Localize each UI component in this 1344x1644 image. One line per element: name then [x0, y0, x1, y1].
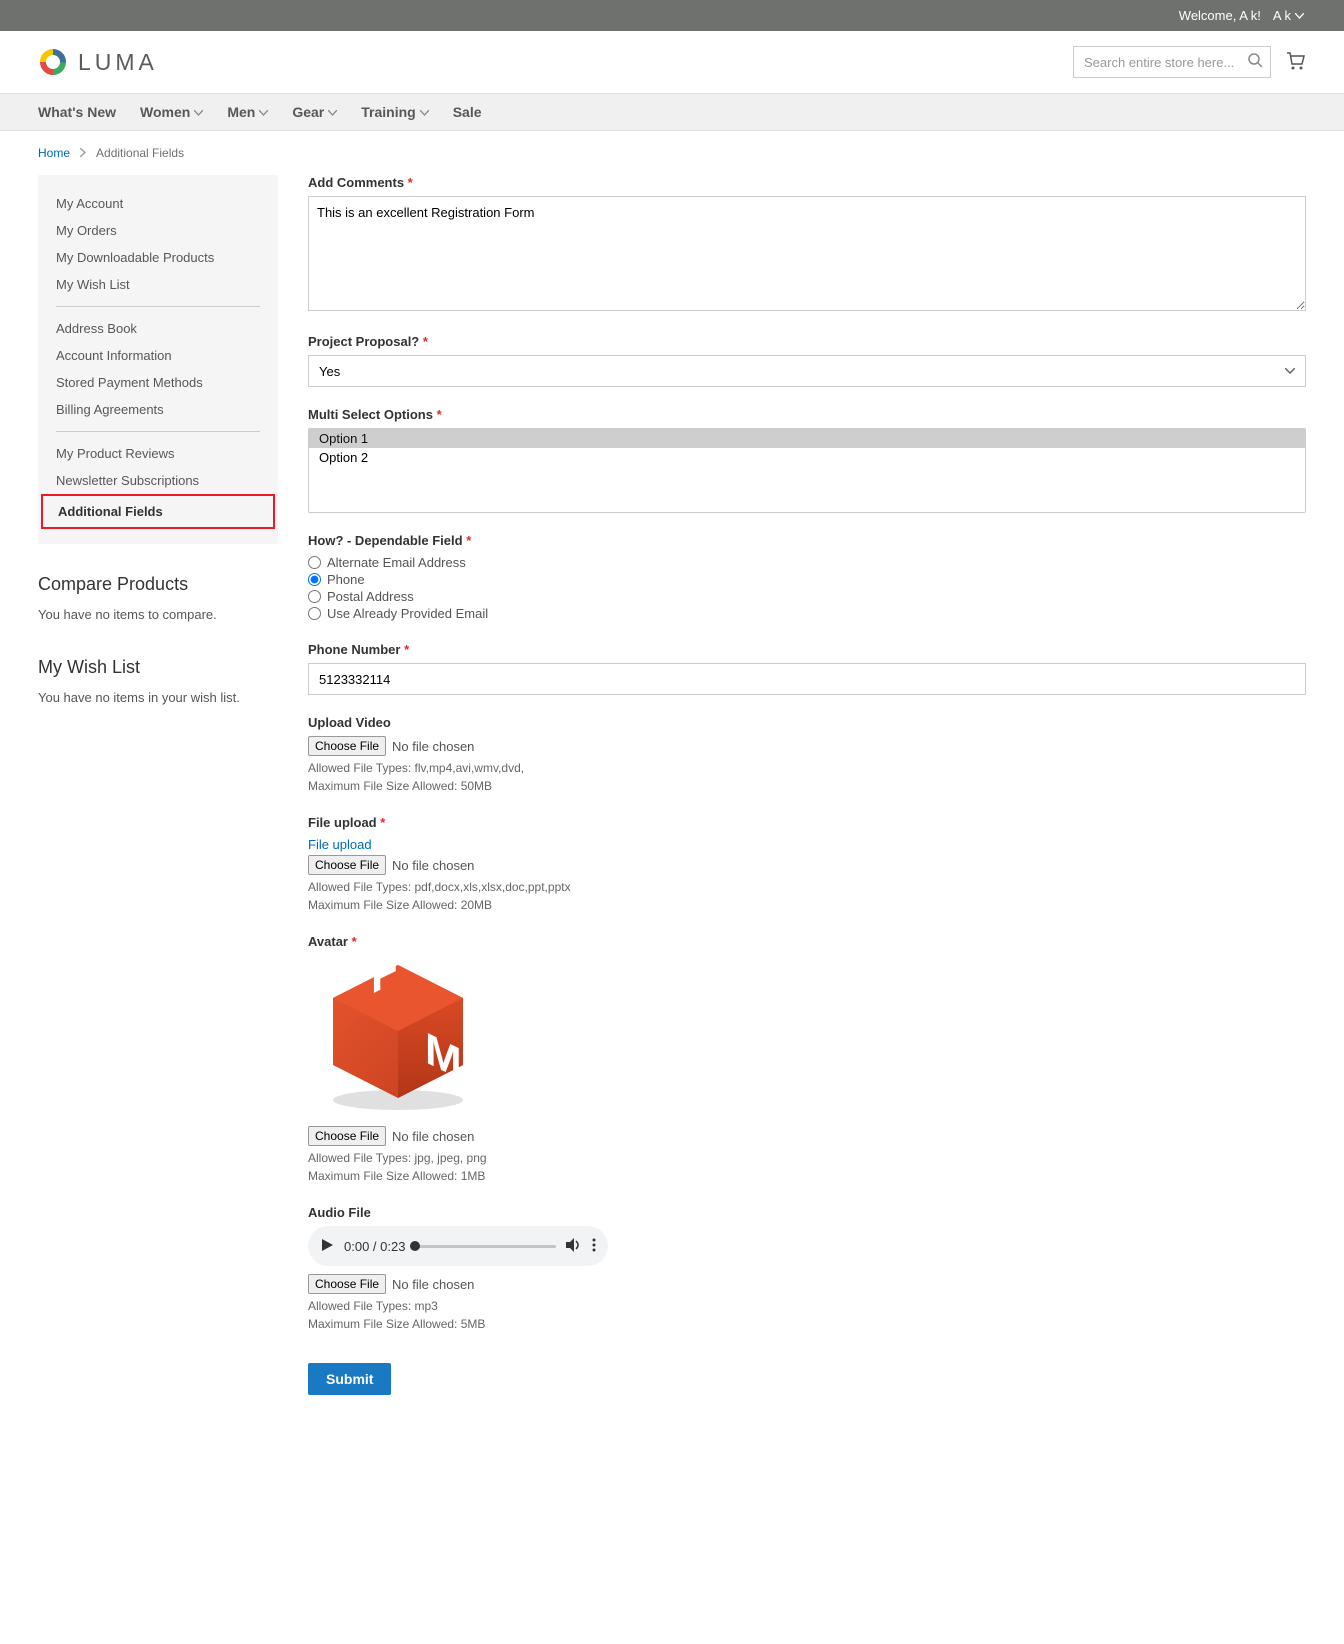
- audio-size-hint: Maximum File Size Allowed: 5MB: [308, 1315, 1306, 1333]
- video-size-hint: Maximum File Size Allowed: 50MB: [308, 777, 1306, 795]
- breadcrumb: Home Additional Fields: [0, 131, 1344, 175]
- sidebar-item-downloadable[interactable]: My Downloadable Products: [38, 244, 278, 271]
- video-label: Upload Video: [308, 715, 1306, 730]
- account-name: A k: [1273, 8, 1291, 23]
- chevron-down-icon: [328, 110, 337, 116]
- wishlist-block: My Wish List You have no items in your w…: [38, 657, 278, 705]
- file-upload-link[interactable]: File upload: [308, 837, 372, 852]
- sidebar-item-wishlist[interactable]: My Wish List: [38, 271, 278, 298]
- search-input[interactable]: [1073, 46, 1271, 78]
- sidebar-item-info[interactable]: Account Information: [38, 342, 278, 369]
- nav-gear[interactable]: Gear: [280, 94, 349, 130]
- wishlist-title: My Wish List: [38, 657, 278, 678]
- audio-player[interactable]: 0:00 / 0:23: [308, 1226, 608, 1266]
- nav-training[interactable]: Training: [349, 94, 440, 130]
- sidebar-item-billing[interactable]: Billing Agreements: [38, 396, 278, 423]
- multi-option-1[interactable]: Option 1: [309, 429, 1305, 448]
- logo-icon: [38, 47, 68, 77]
- audio-file-status: No file chosen: [392, 1277, 474, 1292]
- nav-whats-new[interactable]: What's New: [38, 94, 128, 130]
- play-icon[interactable]: [320, 1238, 334, 1255]
- avatar-choose-button[interactable]: Choose File: [308, 1126, 386, 1146]
- how-radio-provided[interactable]: [308, 607, 321, 620]
- chevron-down-icon: [420, 110, 429, 116]
- comments-label: Add Comments: [308, 175, 1306, 190]
- file-choose-button[interactable]: Choose File: [308, 855, 386, 875]
- avatar-file-status: No file chosen: [392, 1129, 474, 1144]
- proposal-label: Project Proposal?: [308, 334, 1306, 349]
- multi-label: Multi Select Options: [308, 407, 1306, 422]
- audio-time: 0:00 / 0:23: [344, 1239, 405, 1254]
- how-radio-postal[interactable]: [308, 590, 321, 603]
- avatar-image: F M E: [308, 955, 1306, 1118]
- cart-icon[interactable]: [1286, 52, 1306, 73]
- how-radio-phone[interactable]: [308, 573, 321, 586]
- audio-types-hint: Allowed File Types: mp3: [308, 1297, 1306, 1315]
- avatar-types-hint: Allowed File Types: jpg, jpeg, png: [308, 1149, 1306, 1167]
- phone-input[interactable]: [308, 663, 1306, 695]
- proposal-select[interactable]: Yes: [308, 355, 1306, 387]
- welcome-text: Welcome, A k!: [1179, 8, 1261, 23]
- avatar-size-hint: Maximum File Size Allowed: 1MB: [308, 1167, 1306, 1185]
- logo[interactable]: LUMA: [38, 47, 158, 77]
- volume-icon[interactable]: [566, 1238, 582, 1255]
- search-box: [1073, 46, 1271, 78]
- comments-textarea[interactable]: This is an excellent Registration Form: [308, 196, 1306, 311]
- breadcrumb-current: Additional Fields: [96, 146, 184, 160]
- file-types-hint: Allowed File Types: pdf,docx,xls,xlsx,do…: [308, 878, 1306, 896]
- sidebar-item-orders[interactable]: My Orders: [38, 217, 278, 244]
- account-dropdown[interactable]: A k: [1273, 8, 1304, 23]
- phone-label: Phone Number: [308, 642, 1306, 657]
- video-types-hint: Allowed File Types: flv,mp4,avi,wmv,dvd,: [308, 759, 1306, 777]
- sidebar-item-payment[interactable]: Stored Payment Methods: [38, 369, 278, 396]
- multi-select[interactable]: Option 1 Option 2: [308, 428, 1306, 513]
- chevron-down-icon: [1295, 13, 1304, 19]
- file-size-hint: Maximum File Size Allowed: 20MB: [308, 896, 1306, 914]
- chevron-down-icon: [259, 110, 268, 116]
- multi-option-2[interactable]: Option 2: [309, 448, 1305, 467]
- file-label: File upload: [308, 815, 1306, 830]
- compare-title: Compare Products: [38, 574, 278, 595]
- sidebar-item-account[interactable]: My Account: [38, 190, 278, 217]
- breadcrumb-home[interactable]: Home: [38, 146, 70, 160]
- sidebar-item-reviews[interactable]: My Product Reviews: [38, 440, 278, 467]
- chevron-down-icon: [194, 110, 203, 116]
- how-radio-email[interactable]: [308, 556, 321, 569]
- sidebar-item-additional[interactable]: Additional Fields: [41, 494, 275, 529]
- audio-choose-button[interactable]: Choose File: [308, 1274, 386, 1294]
- compare-block: Compare Products You have no items to co…: [38, 574, 278, 622]
- account-nav: My Account My Orders My Downloadable Pro…: [38, 175, 278, 544]
- logo-text: LUMA: [78, 49, 158, 76]
- chevron-right-icon: [80, 146, 86, 160]
- header: LUMA: [0, 31, 1344, 93]
- audio-label: Audio File: [308, 1205, 1306, 1220]
- submit-button[interactable]: Submit: [308, 1363, 391, 1395]
- divider: [56, 306, 260, 307]
- video-file-status: No file chosen: [392, 739, 474, 754]
- main-content: Add Comments This is an excellent Regist…: [308, 175, 1306, 1395]
- sidebar-item-newsletter[interactable]: Newsletter Subscriptions: [38, 467, 278, 494]
- file-file-status: No file chosen: [392, 858, 474, 873]
- audio-track[interactable]: [415, 1245, 556, 1248]
- compare-empty: You have no items to compare.: [38, 607, 278, 622]
- main-nav: What's New Women Men Gear Training Sale: [0, 93, 1344, 131]
- kebab-icon[interactable]: [592, 1238, 596, 1255]
- sidebar-item-address[interactable]: Address Book: [38, 315, 278, 342]
- nav-men[interactable]: Men: [215, 94, 280, 130]
- search-icon[interactable]: [1248, 53, 1263, 71]
- nav-sale[interactable]: Sale: [441, 94, 494, 130]
- top-bar: Welcome, A k! A k: [0, 0, 1344, 31]
- wishlist-empty: You have no items in your wish list.: [38, 690, 278, 705]
- avatar-label: Avatar: [308, 934, 1306, 949]
- sidebar: My Account My Orders My Downloadable Pro…: [38, 175, 278, 1395]
- how-label: How? - Dependable Field: [308, 533, 1306, 548]
- nav-women[interactable]: Women: [128, 94, 215, 130]
- divider: [56, 431, 260, 432]
- video-choose-button[interactable]: Choose File: [308, 736, 386, 756]
